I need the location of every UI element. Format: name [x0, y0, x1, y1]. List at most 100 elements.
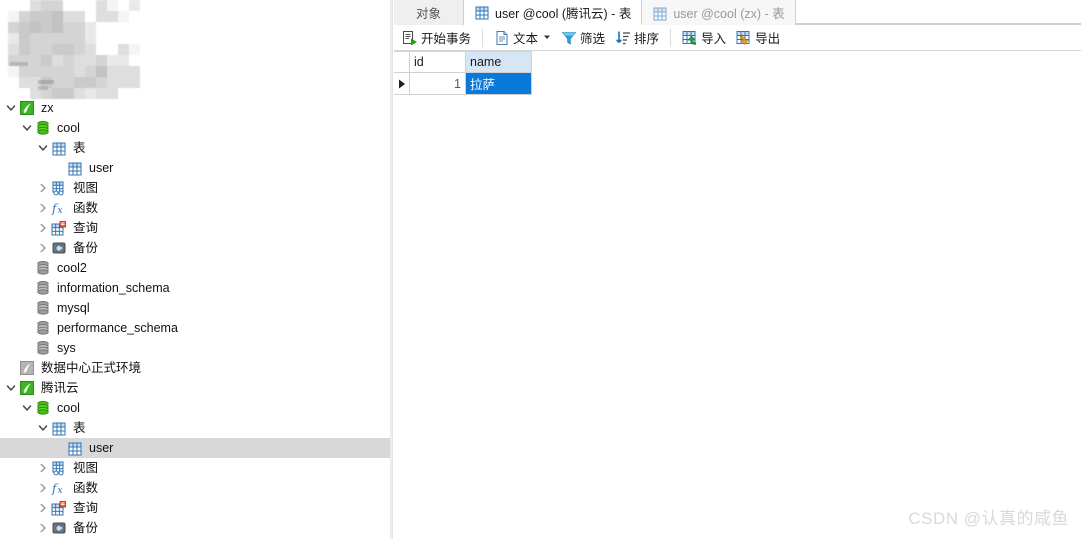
data-grid[interactable]: id name 1 拉萨	[394, 51, 1081, 95]
toolbar-button-export[interactable]: 导出	[731, 26, 785, 50]
connection-tree[interactable]: zx cool 表 user 视图 f x 函数 查询 备份 cool2 information_sc…	[0, 98, 390, 538]
tree-item-db-performance-schema[interactable]: performance_schema	[0, 318, 390, 338]
tree-item-functions-tencent[interactable]: f x 函数	[0, 478, 390, 498]
table-folder-icon	[50, 420, 68, 436]
tree-item-db-cool-zx[interactable]: cool	[0, 118, 390, 138]
tree-twisty-placeholder	[20, 338, 34, 358]
mosaic-tile	[63, 22, 74, 33]
toolbar-button-label: 文本	[513, 32, 539, 46]
tree-twisty-placeholder	[4, 358, 18, 378]
chevron-right-icon[interactable]	[36, 218, 50, 238]
tree-item-db-sys[interactable]: sys	[0, 338, 390, 358]
grid-row[interactable]: 1 拉萨	[394, 73, 1081, 95]
chevron-right-icon[interactable]	[36, 178, 50, 198]
mosaic-tile	[19, 66, 30, 77]
query-icon	[50, 500, 68, 516]
grid-cell-name[interactable]: 拉萨	[466, 73, 532, 95]
tree-item-conn-zx[interactable]: zx	[0, 98, 390, 118]
tree-indent-spacer	[0, 478, 36, 498]
chevron-down-icon[interactable]	[20, 118, 34, 138]
tree-twisty-placeholder	[20, 318, 34, 338]
mosaic-tile	[96, 77, 107, 88]
mosaic-tile	[74, 44, 85, 55]
mosaic-tile	[8, 33, 19, 44]
toolbar-button-begin-transaction[interactable]: 开始事务	[397, 26, 476, 50]
mosaic-tile	[30, 11, 41, 22]
tree-item-backups-tencent[interactable]: 备份	[0, 518, 390, 538]
chevron-right-icon[interactable]	[36, 478, 50, 498]
tree-item-views-tencent[interactable]: 视图	[0, 458, 390, 478]
grid-cell-id[interactable]: 1	[410, 73, 466, 95]
mosaic-tile	[30, 33, 41, 44]
tree-item-label: 腾讯云	[41, 381, 79, 395]
grid-column-header-label: name	[470, 55, 502, 69]
chevron-down-icon[interactable]	[543, 33, 551, 43]
mosaic-tile	[85, 77, 96, 88]
tree-item-tables-tencent[interactable]: 表	[0, 418, 390, 438]
chevron-right-icon[interactable]	[36, 458, 50, 478]
tree-indent-spacer	[0, 498, 36, 518]
svg-text:x: x	[58, 486, 63, 496]
tab-user-cool-zx[interactable]: user @cool (zx) - 表	[642, 0, 796, 25]
sidebar-splitter[interactable]	[390, 0, 393, 539]
watermark-text: CSDN @认真的咸鱼	[908, 509, 1069, 528]
toolbar-button-sort[interactable]: 排序	[610, 26, 664, 50]
chevron-right-icon[interactable]	[36, 518, 50, 538]
tree-item-table-user-tencent[interactable]: user	[0, 438, 390, 458]
navicat-window: zx cool 表 user 视图 f x 函数 查询 备份 cool2 information_sc…	[0, 0, 1081, 539]
tree-item-label: 函数	[73, 481, 99, 495]
tree-item-conn-datacenter[interactable]: 数据中心正式环境	[0, 358, 390, 378]
tree-item-label: 视图	[73, 181, 99, 195]
tab-strip: 对象 user @cool (腾讯云) - 表 user @cool (zx) - …	[394, 0, 1081, 25]
tree-item-db-cool-tencent[interactable]: cool	[0, 398, 390, 418]
grid-toolbar: 开始事务 文本 筛选 排序 导入 导出	[394, 25, 1081, 51]
tab-user-cool-tencent[interactable]: user @cool (腾讯云) - 表	[464, 0, 643, 25]
chevron-right-icon[interactable]	[36, 198, 50, 218]
function-fx-icon: fx	[50, 200, 68, 217]
tree-twisty-placeholder	[20, 278, 34, 298]
tree-item-functions-zx[interactable]: f x 函数	[0, 198, 390, 218]
tree-item-queries-zx[interactable]: 查询	[0, 218, 390, 238]
tree-item-conn-tencent[interactable]: 腾讯云	[0, 378, 390, 398]
grid-column-header-name[interactable]: name	[466, 51, 532, 73]
chevron-down-icon[interactable]	[20, 398, 34, 418]
tree-item-queries-tencent[interactable]: 查询	[0, 498, 390, 518]
chevron-down-icon[interactable]	[4, 378, 18, 398]
chevron-right-icon[interactable]	[36, 498, 50, 518]
mosaic-tile	[129, 44, 140, 55]
toolbar-button-import[interactable]: 导入	[677, 26, 731, 50]
tab-objects[interactable]: 对象	[394, 0, 464, 25]
chevron-down-icon[interactable]	[4, 98, 18, 118]
chevron-down-icon[interactable]	[36, 418, 50, 438]
tree-indent-spacer	[0, 278, 20, 298]
tree-item-label: 备份	[73, 521, 99, 535]
tree-indent-spacer	[0, 418, 36, 438]
mosaic-tile	[96, 11, 107, 22]
tree-item-tables-zx[interactable]: 表	[0, 138, 390, 158]
toolbar-button-filter[interactable]: 筛选	[556, 26, 610, 50]
toolbar-button-text[interactable]: 文本	[489, 26, 556, 50]
tree-item-views-zx[interactable]: 视图	[0, 178, 390, 198]
censored-blurred-region	[8, 0, 140, 99]
mosaic-tile	[129, 66, 140, 77]
mosaic-tile	[63, 55, 74, 66]
mosaic-tile	[107, 11, 118, 22]
navigation-sidebar: zx cool 表 user 视图 f x 函数 查询 备份 cool2 information_sc…	[0, 0, 390, 539]
chevron-down-icon[interactable]	[36, 138, 50, 158]
funnel-icon	[561, 30, 577, 46]
tab-strip-filler	[795, 0, 1081, 24]
tree-item-db-information-schema[interactable]: information_schema	[0, 278, 390, 298]
mosaic-tile	[41, 44, 52, 55]
tree-item-db-mysql[interactable]: mysql	[0, 298, 390, 318]
tree-item-label: user	[89, 161, 114, 175]
tree-item-label: sys	[57, 341, 76, 355]
text-document-icon	[494, 30, 510, 46]
view-icon	[50, 460, 68, 476]
tree-item-backups-zx[interactable]: 备份	[0, 238, 390, 258]
tree-item-label: cool	[57, 401, 80, 415]
tree-item-db-cool2[interactable]: cool2	[0, 258, 390, 278]
grid-column-header-id[interactable]: id	[410, 51, 466, 73]
tree-item-table-user-zx[interactable]: user	[0, 158, 390, 178]
tree-item-label: 数据中心正式环境	[41, 361, 142, 375]
chevron-right-icon[interactable]	[36, 238, 50, 258]
